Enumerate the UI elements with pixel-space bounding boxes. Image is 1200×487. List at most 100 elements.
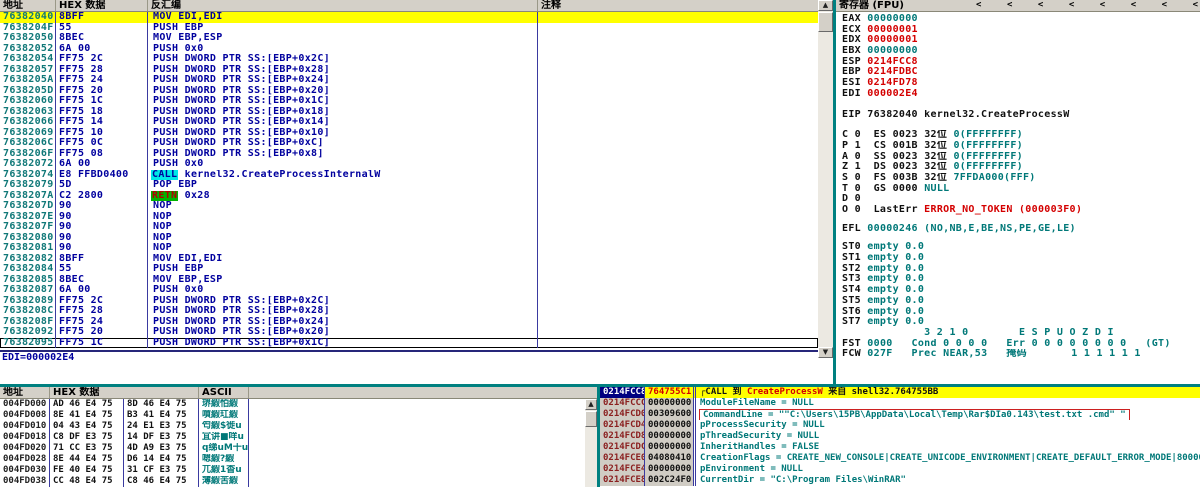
register-row[interactable]: EBX 00000000	[842, 46, 1200, 57]
stack-row[interactable]: 0214FCE8 002C24F0 CurrentDir = "C:\Progr…	[600, 475, 1200, 486]
dump-row[interactable]: 004FD030 FE 40 E4 75 31 CF E3 75 兀縀1杳u	[0, 465, 597, 476]
chevron-left-icon[interactable]: <	[1007, 0, 1012, 11]
stack-row-call[interactable]: 0214FCC8 764755C1 ┌CALL 到 CreateProcessW…	[600, 387, 1200, 398]
lasterr-value: ERROR_NO_TOKEN (000003F0)	[924, 205, 1082, 215]
disassembly-row[interactable]: 76382081 90 NOP	[0, 243, 818, 254]
disassembly-row[interactable]: 76382087 6A 00 PUSH 0x0	[0, 285, 818, 296]
eip-row[interactable]: EIP 76382040 kernel32.CreateProcessW	[842, 110, 1200, 121]
instruction-text: PUSH DWORD PTR SS:[EBP+0x2C]	[148, 54, 538, 65]
disassembly-row[interactable]: 76382092 FF75 20 PUSH DWORD PTR SS:[EBP+…	[0, 327, 818, 338]
fpu-register-row[interactable]: ST3 empty 0.0	[842, 274, 1200, 285]
register-row[interactable]: ESI 0214FD78	[842, 78, 1200, 89]
dump-row[interactable]: 004FD028 8E 44 E4 75 D6 14 E4 75 嗯縀?縀	[0, 454, 597, 465]
efl-row[interactable]: EFL 00000246 (NO,NB,E,BE,NS,PE,GE,LE)	[842, 224, 1200, 235]
register-row[interactable]: ESP 0214FCC8	[842, 57, 1200, 68]
fpu-register-row[interactable]: ST1 empty 0.0	[842, 253, 1200, 264]
disassembly-row[interactable]: 7638206C FF75 0C PUSH DWORD PTR SS:[EBP+…	[0, 138, 818, 149]
stack-row[interactable]: 0214FCD0 00309600 CommandLine = ""C:\Use…	[600, 409, 1200, 420]
flag-row[interactable]: C 0 ES 0023 32位 0(FFFFFFFF)	[842, 130, 1200, 141]
disassembly-row[interactable]: 76382089 FF75 2C PUSH DWORD PTR SS:[EBP+…	[0, 296, 818, 307]
disassembly-row[interactable]: 76382060 FF75 1C PUSH DWORD PTR SS:[EBP+…	[0, 96, 818, 107]
flag-row[interactable]: S 0 FS 003B 32位 7FFDA000(FFF)	[842, 173, 1200, 184]
disassembly-row[interactable]: 76382050 8BEC MOV EBP,ESP	[0, 33, 818, 44]
chevron-left-icon[interactable]: <	[1069, 0, 1074, 11]
disassembly-row[interactable]: 76382084 55 PUSH EBP	[0, 264, 818, 275]
disassembly-row[interactable]: 76382080 90 NOP	[0, 233, 818, 244]
fpu-register-row[interactable]: ST5 empty 0.0	[842, 296, 1200, 307]
disassembly-row[interactable]: 76382074 E8 FFBD0400 CALL kernel32.Creat…	[0, 170, 818, 181]
flag-row[interactable]: T 0 GS 0000 NULL	[842, 184, 1200, 195]
stack-row[interactable]: 0214FCDC 00000000 InheritHandles = FALSE	[600, 442, 1200, 453]
dump-scrollbar[interactable]: ▲	[585, 399, 597, 487]
disassembly-row[interactable]: 7638205D FF75 20 PUSH DWORD PTR SS:[EBP+…	[0, 86, 818, 97]
flag-row[interactable]: A 0 SS 0023 32位 0(FFFFFFFF)	[842, 152, 1200, 163]
disassembly-row[interactable]: 76382040 8BFF MOV EDI,EDI	[0, 12, 818, 23]
dump-row[interactable]: 004FD018 C8 DF E3 75 14 DF E3 75 冝讲■咩u	[0, 432, 597, 443]
dump-row[interactable]: 004FD008 8E 41 E4 75 B3 41 E4 75 嘪縀玒縀	[0, 410, 597, 421]
scroll-up-icon[interactable]: ▲	[818, 0, 833, 11]
disassembly-row[interactable]: 7638207F 90 NOP	[0, 222, 818, 233]
stack-row[interactable]: 0214FCE4 00000000 pEnvironment = NULL	[600, 464, 1200, 475]
fpu-register-row[interactable]: ST0 empty 0.0	[842, 242, 1200, 253]
stack-row[interactable]: 0214FCCC 00000000 ModuleFileName = NULL	[600, 398, 1200, 409]
chevron-left-icon[interactable]: <	[1193, 0, 1198, 11]
register-row[interactable]: ECX 00000001	[842, 25, 1200, 36]
chevron-left-icon[interactable]: <	[976, 0, 981, 11]
disassembly-row[interactable]: 76382063 FF75 18 PUSH DWORD PTR SS:[EBP+…	[0, 107, 818, 118]
scroll-down-icon[interactable]: ▼	[818, 347, 833, 358]
disassembly-row[interactable]: 7638208F FF75 24 PUSH DWORD PTR SS:[EBP+…	[0, 317, 818, 328]
flag-row[interactable]: P 1 CS 001B 32位 0(FFFFFFFF)	[842, 141, 1200, 152]
disassembly-row[interactable]: 76382066 FF75 14 PUSH DWORD PTR SS:[EBP+…	[0, 117, 818, 128]
instruction-bytes: 8BFF	[56, 254, 148, 265]
chevron-left-icon[interactable]: <	[1100, 0, 1105, 11]
disassembly-row[interactable]: 76382069 FF75 10 PUSH DWORD PTR SS:[EBP+…	[0, 128, 818, 139]
disassembly-row[interactable]: 76382085 8BEC MOV EBP,ESP	[0, 275, 818, 286]
register-row[interactable]: EDI 000002E4	[842, 89, 1200, 100]
scroll-up-icon[interactable]: ▲	[585, 399, 597, 410]
instruction-address: 76382087	[0, 285, 56, 296]
flag-row[interactable]: D 0	[842, 194, 1200, 205]
disassembly-row[interactable]: 7638207E 90 NOP	[0, 212, 818, 223]
disassembly-row[interactable]: 76382052 6A 00 PUSH 0x0	[0, 44, 818, 55]
disassembly-row[interactable]: 7638204F 55 PUSH EBP	[0, 23, 818, 34]
fpu-register-row[interactable]: ST7 empty 0.0	[842, 317, 1200, 328]
disassembly-row[interactable]: 7638207A C2 2800 RETN 0x28	[0, 191, 818, 202]
fpu-register-row[interactable]: ST2 empty 0.0	[842, 264, 1200, 275]
disassembly-row[interactable]: 7638206F FF75 08 PUSH DWORD PTR SS:[EBP+…	[0, 149, 818, 160]
flag-row[interactable]: Z 1 DS 0023 32位 0(FFFFFFFF)	[842, 162, 1200, 173]
chevron-left-icon[interactable]: <	[1038, 0, 1043, 11]
scrollbar-thumb[interactable]	[585, 411, 597, 427]
dump-row[interactable]: 004FD020 71 CC E3 75 4D A9 E3 75 q绨uM十u	[0, 443, 597, 454]
disassembly-row[interactable]: 7638205A FF75 24 PUSH DWORD PTR SS:[EBP+…	[0, 75, 818, 86]
disassembly-row[interactable]: 76382072 6A 00 PUSH 0x0	[0, 159, 818, 170]
disassembly-row[interactable]: 76382082 8BFF MOV EDI,EDI	[0, 254, 818, 265]
register-row[interactable]: EBP 0214FDBC	[842, 67, 1200, 78]
chevron-left-icon[interactable]: <	[1131, 0, 1136, 11]
scrollbar-thumb[interactable]	[818, 12, 833, 32]
fst-row[interactable]: FST 0000 Cond 0 0 0 0 Err 0 0 0 0 0 0 0 …	[842, 339, 1200, 350]
register-row[interactable]: EAX 00000000	[842, 14, 1200, 25]
disassembly-row[interactable]: 76382057 FF75 28 PUSH DWORD PTR SS:[EBP+…	[0, 65, 818, 76]
stack-row[interactable]: 0214FCD4 00000000 pProcessSecurity = NUL…	[600, 420, 1200, 431]
disassembly-row[interactable]: 7638208C FF75 28 PUSH DWORD PTR SS:[EBP+…	[0, 306, 818, 317]
instruction-comment	[538, 149, 818, 160]
fpu-register-row[interactable]: ST4 empty 0.0	[842, 285, 1200, 296]
dump-row[interactable]: 004FD038 CC 48 E4 75 C8 46 E4 75 薄縀苦縀	[0, 476, 597, 487]
instruction-address: 7638208F	[0, 317, 56, 328]
chevron-left-icon[interactable]: <	[1162, 0, 1167, 11]
fpu-register-row[interactable]: ST6 empty 0.0	[842, 307, 1200, 318]
fcw-row[interactable]: FCW 027F Prec NEAR,53 掩码 1 1 1 1 1 1	[842, 349, 1200, 360]
disassembly-row[interactable]: 76382095 FF75 1C PUSH DWORD PTR SS:[EBP+…	[0, 338, 818, 349]
fcw-value: 027F Prec NEAR,53 掩码 1 1 1 1 1 1	[867, 349, 1140, 359]
lasterr-row[interactable]: O 0 LastErr ERROR_NO_TOKEN (000003F0)	[842, 205, 1200, 216]
disassembly-row[interactable]: 76382079 5D POP EBP	[0, 180, 818, 191]
stack-row[interactable]: 0214FCE0 04080410 CreationFlags = CREATE…	[600, 453, 1200, 464]
stack-row[interactable]: 0214FCD8 00000000 pThreadSecurity = NULL	[600, 431, 1200, 442]
dump-bytes-group2: B3 41 E4 75	[124, 410, 199, 421]
disassembly-scrollbar[interactable]: ▲ ▼	[818, 0, 833, 358]
register-row[interactable]: EDX 00000001	[842, 35, 1200, 46]
dump-row[interactable]: 004FD010 04 43 E4 75 24 E1 E3 75 匄縀$徙u	[0, 421, 597, 432]
disassembly-row[interactable]: 76382054 FF75 2C PUSH DWORD PTR SS:[EBP+…	[0, 54, 818, 65]
disassembly-row[interactable]: 7638207D 90 NOP	[0, 201, 818, 212]
dump-row[interactable]: 004FD000 AD 46 E4 75 8D 46 E4 75 琾縀怕縀	[0, 399, 597, 410]
